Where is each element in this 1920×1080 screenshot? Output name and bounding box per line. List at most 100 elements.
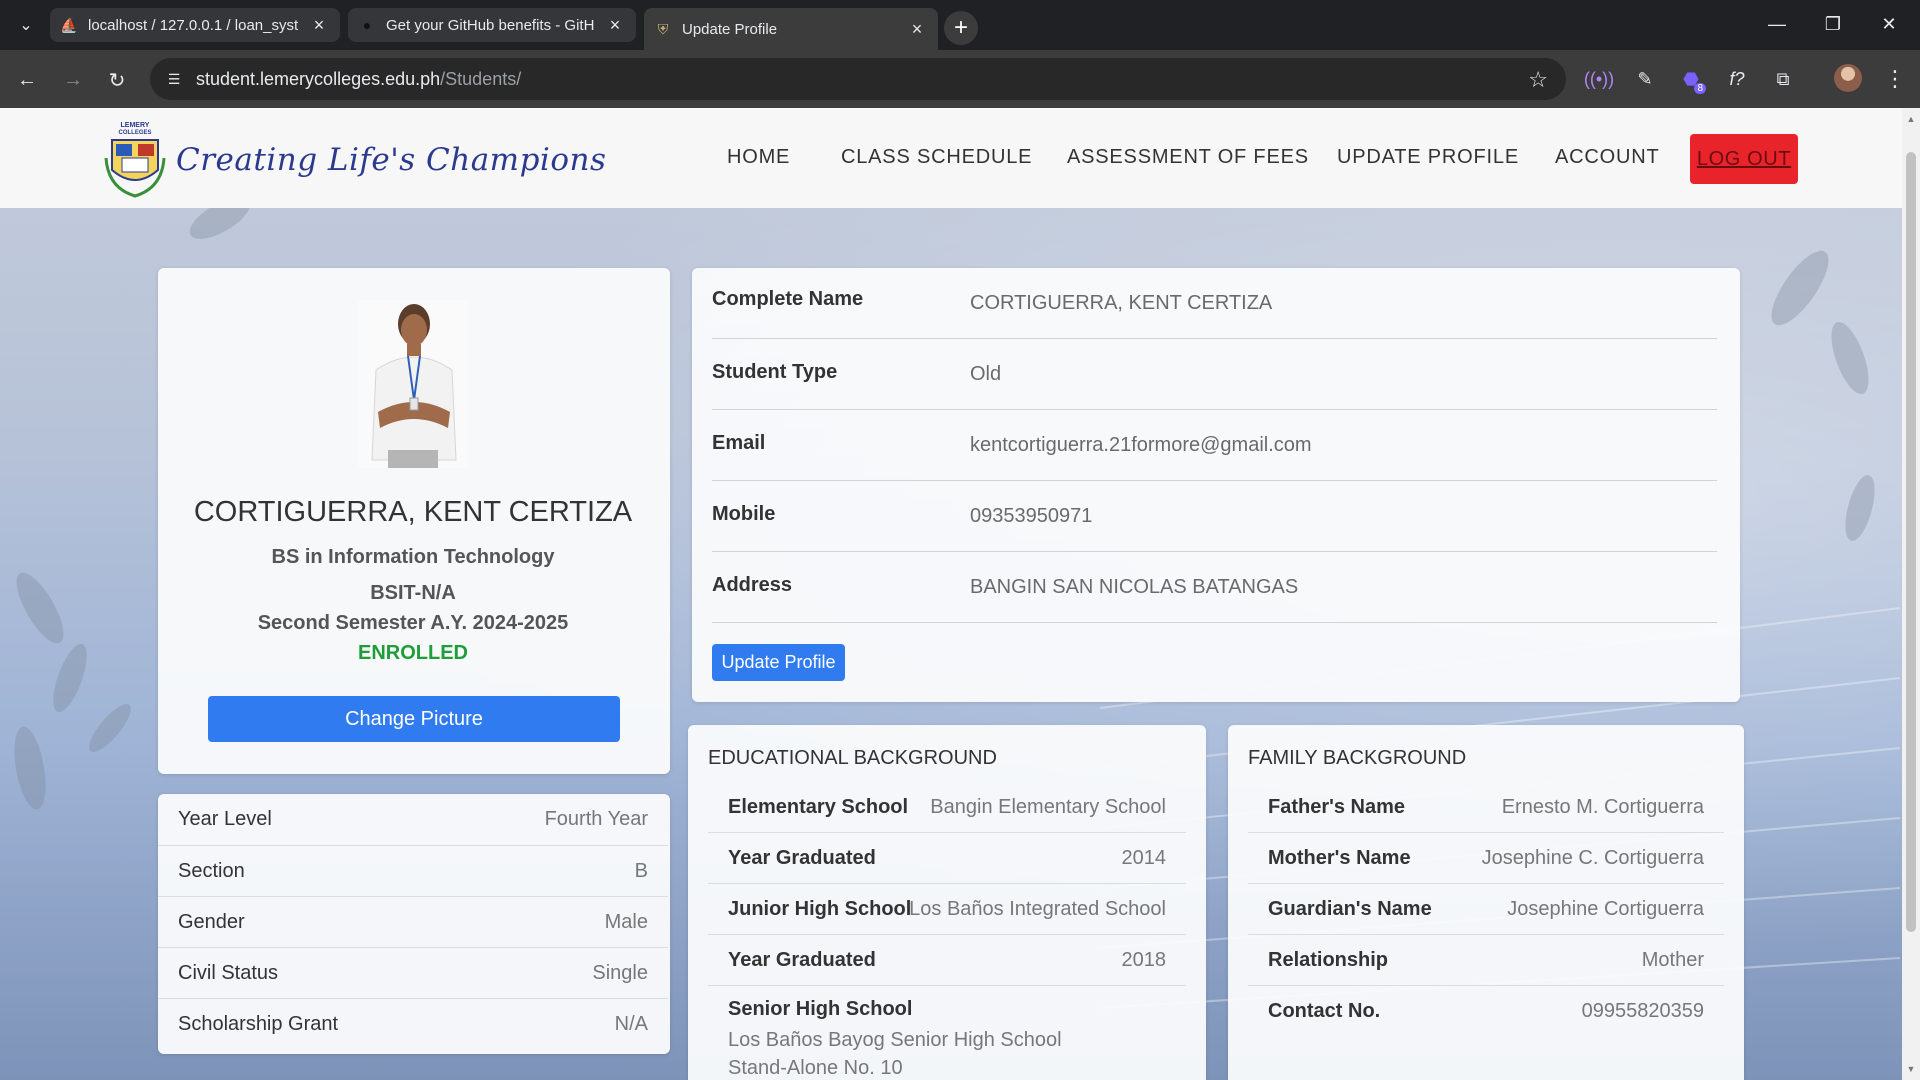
browser-profile-avatar[interactable] <box>1834 64 1862 92</box>
nav-update-profile[interactable]: UPDATE PROFILE <box>1337 146 1519 169</box>
url-path: /Students/ <box>440 69 522 89</box>
detail-value: 09353950971 <box>970 505 1093 527</box>
family-label: Father's Name <box>1268 796 1406 818</box>
list-item: Year Level Fourth Year <box>158 794 668 845</box>
svg-text:COLLEGES: COLLEGES <box>118 130 151 136</box>
github-icon: ● <box>362 17 372 33</box>
family-value: Josephine C. Cortiguerra <box>1481 847 1704 869</box>
school-seal-icon: ⛨ <box>657 20 669 37</box>
address-bar[interactable]: ☰ student.lemerycolleges.edu.ph/Students… <box>150 58 1566 100</box>
nav-assessment-of-fees[interactable]: ASSESSMENT OF FEES <box>1067 146 1309 169</box>
info-label: Gender <box>178 911 245 933</box>
section-title: FAMILY BACKGROUND <box>1248 747 1467 769</box>
student-name: CORTIGUERRA, KENT CERTIZA <box>193 496 633 528</box>
program-name: BS in Information Technology <box>271 546 555 568</box>
section-title: EDUCATIONAL BACKGROUND <box>708 747 997 769</box>
detail-label: Email <box>712 432 766 454</box>
url-text: student.lemerycolleges.edu.ph/Students/ <box>196 69 521 90</box>
back-arrow-icon[interactable]: ← <box>12 65 42 95</box>
list-item: Junior High School Los Baños Integrated … <box>708 884 1186 935</box>
detail-row-email: Email kentcortiguerra.21formore@gmail.co… <box>712 410 1717 481</box>
info-value: Male <box>604 911 648 933</box>
list-item: Relationship Mother <box>1248 935 1724 986</box>
info-value: Fourth Year <box>544 808 648 830</box>
page-scrollbar[interactable]: ▲ ▼ <box>1902 108 1920 1080</box>
list-item: Contact No. 09955820359 <box>1248 986 1724 1037</box>
close-icon[interactable]: × <box>604 14 626 36</box>
restore-icon[interactable]: ❐ <box>1810 8 1856 40</box>
profile-info-list: Year Level Fourth Year Section B Gender … <box>158 794 670 1054</box>
detail-row-complete-name: Complete Name CORTIGUERRA, KENT CERTIZA <box>712 268 1717 339</box>
phpmyadmin-icon: ⛵ <box>60 16 78 33</box>
menu-kebab-icon[interactable]: ⋮ <box>1880 64 1910 94</box>
url-host: student.lemerycolleges.edu.ph <box>196 69 441 89</box>
detail-label: Complete Name <box>712 288 864 310</box>
new-tab-plus-icon[interactable]: + <box>944 11 978 45</box>
school-seal-logo[interactable]: LEMERY COLLEGES <box>102 118 168 200</box>
reload-icon[interactable]: ↻ <box>102 65 132 95</box>
site-info-icon[interactable]: ☰ <box>164 69 184 89</box>
detail-label: Mobile <box>712 503 776 525</box>
list-item: Elementary School Bangin Elementary Scho… <box>708 782 1186 833</box>
family-background-card: FAMILY BACKGROUND Father's Name Ernesto … <box>1228 725 1744 1080</box>
formula-icon[interactable]: f? <box>1722 64 1752 94</box>
info-value: B <box>634 860 648 882</box>
tab-search-chevron-icon[interactable]: ⌄ <box>14 13 38 37</box>
bookmark-star-icon[interactable]: ☆ <box>1528 67 1548 93</box>
student-photo <box>358 300 468 468</box>
eyedropper-icon[interactable]: ✎ <box>1630 64 1660 94</box>
extension-badge-icon[interactable]: ⬣ 8 <box>1676 64 1706 94</box>
tab-title: Get your GitHub benefits - GitH <box>386 16 595 34</box>
extension-podcast-icon[interactable]: ((•)) <box>1584 64 1614 94</box>
edu-label: Year Graduated <box>728 949 876 971</box>
scrollbar-thumb[interactable] <box>1906 152 1916 932</box>
info-label: Section <box>178 860 245 882</box>
family-label: Guardian's Name <box>1268 898 1432 920</box>
tab-phpmyadmin[interactable]: ⛵ localhost / 127.0.0.1 / loan_syst × <box>50 8 340 42</box>
scroll-down-arrow-icon[interactable]: ▼ <box>1906 1064 1916 1074</box>
profile-card: CORTIGUERRA, KENT CERTIZA BS in Informat… <box>158 268 670 774</box>
edu-value: 2018 <box>1121 949 1167 971</box>
detail-value: kentcortiguerra.21formore@gmail.com <box>970 434 1312 456</box>
educational-background-card: EDUCATIONAL BACKGROUND Elementary School… <box>688 725 1206 1080</box>
list-item: Guardian's Name Josephine Cortiguerra <box>1248 884 1724 935</box>
close-icon[interactable]: × <box>906 18 928 40</box>
info-label: Year Level <box>178 808 272 830</box>
detail-value: Old <box>970 363 1002 385</box>
scroll-up-arrow-icon[interactable]: ▲ <box>1906 114 1916 124</box>
list-item: Scholarship Grant N/A <box>158 998 668 1049</box>
change-picture-button[interactable]: Change Picture <box>208 696 620 742</box>
family-value: 09955820359 <box>1581 1000 1704 1022</box>
tab-update-profile[interactable]: ⛨ Update Profile × <box>644 8 938 50</box>
list-item: Mother's Name Josephine C. Cortiguerra <box>1248 833 1724 884</box>
nav-class-schedule[interactable]: CLASS SCHEDULE <box>841 146 1032 169</box>
tagline-logo-text[interactable]: Creating Life's Champions <box>176 142 606 178</box>
info-label: Civil Status <box>178 962 279 984</box>
list-item: Civil Status Single <box>158 947 668 998</box>
family-label: Mother's Name <box>1268 847 1411 869</box>
close-icon[interactable]: × <box>308 14 330 36</box>
student-details-card: Complete Name CORTIGUERRA, KENT CERTIZA … <box>692 268 1740 702</box>
edu-label: Elementary School <box>728 796 909 818</box>
forward-arrow-icon[interactable]: → <box>58 65 88 95</box>
info-value: Single <box>592 962 648 984</box>
minimize-icon[interactable]: — <box>1754 8 1800 40</box>
list-item: Father's Name Ernesto M. Cortiguerra <box>1248 782 1724 833</box>
update-profile-button[interactable]: Update Profile <box>712 644 845 681</box>
list-item: Section B <box>158 845 668 896</box>
detail-value: BANGIN SAN NICOLAS BATANGAS <box>970 576 1299 598</box>
logout-button[interactable]: LOG OUT <box>1690 134 1798 184</box>
info-value: N/A <box>614 1013 648 1035</box>
edu-value: Los Baños Integrated School <box>909 898 1166 920</box>
semester-text: Second Semester A.Y. 2024-2025 <box>257 612 569 634</box>
edu-value: Los Baños Bayog Senior High School Stand… <box>728 1029 1062 1079</box>
extensions-puzzle-icon[interactable]: ⧉ <box>1768 64 1798 94</box>
window-close-icon[interactable]: ✕ <box>1866 8 1912 40</box>
tab-title: Update Profile <box>682 20 778 38</box>
nav-home[interactable]: HOME <box>727 146 790 169</box>
family-label: Contact No. <box>1268 1000 1381 1022</box>
family-label: Relationship <box>1268 949 1389 971</box>
tab-github[interactable]: ● Get your GitHub benefits - GitH × <box>348 8 636 42</box>
section-code: BSIT-N/A <box>370 582 456 604</box>
nav-account[interactable]: ACCOUNT <box>1555 146 1660 169</box>
